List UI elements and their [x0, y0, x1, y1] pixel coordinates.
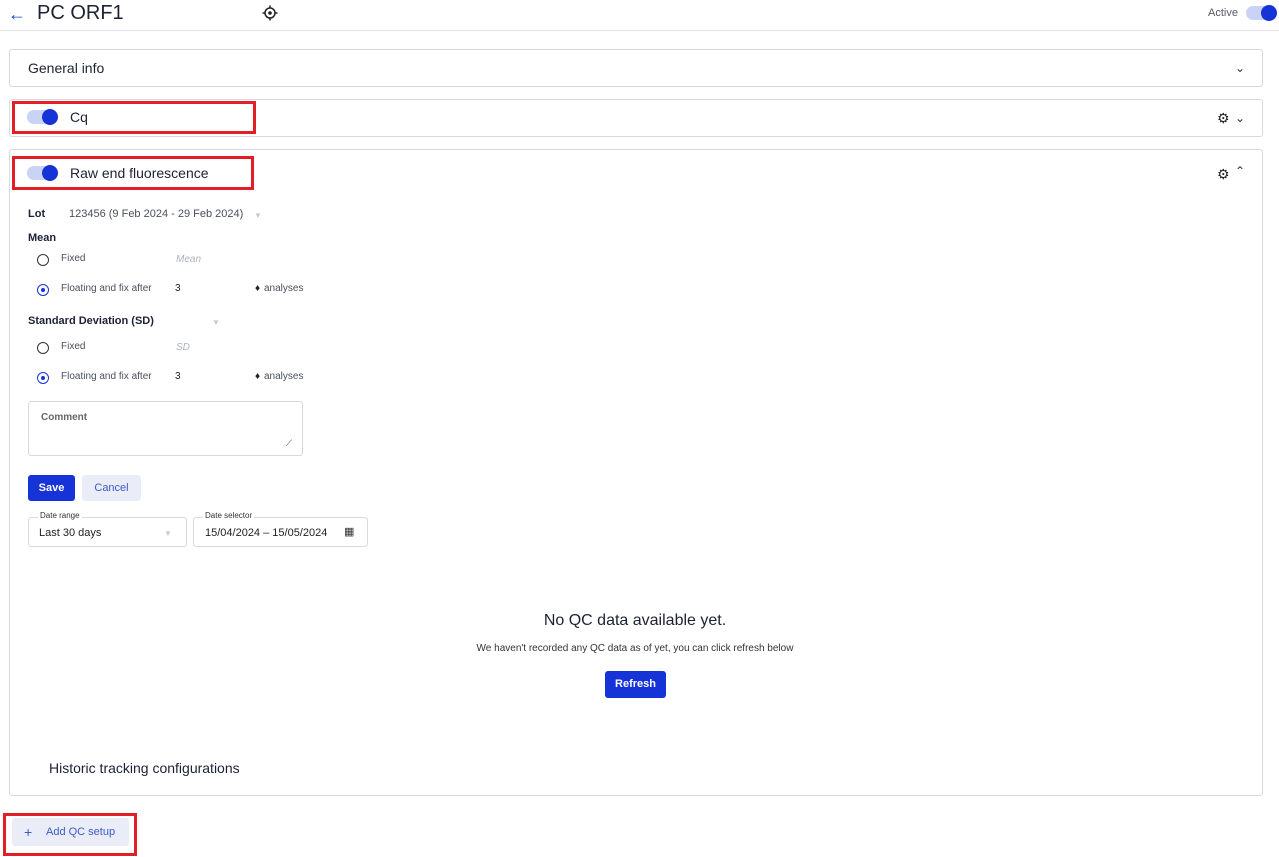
raw-toggle[interactable]: [27, 165, 58, 181]
comment-textarea[interactable]: Comment ⟋: [28, 401, 303, 456]
sd-fixed-label: Fixed: [61, 341, 86, 352]
general-info-title: General info: [28, 60, 105, 76]
sd-dropdown-icon[interactable]: ▼: [212, 318, 220, 327]
date-range-dropdown-icon[interactable]: ▼: [164, 529, 172, 538]
lot-dropdown-icon[interactable]: ▼: [254, 211, 262, 220]
empty-state-title: No QC data available yet.: [543, 612, 727, 629]
sd-floating-radio[interactable]: [37, 372, 49, 384]
mean-floating-radio[interactable]: [37, 284, 49, 296]
date-selector-field[interactable]: 15/04/2024 – 15/05/2024 ▦: [193, 517, 368, 547]
sort-icon[interactable]: ♦: [255, 283, 260, 294]
date-selector-label: Date selector: [203, 511, 255, 520]
crosshair-icon[interactable]: [262, 5, 278, 21]
gear-icon[interactable]: ⚙: [1217, 166, 1230, 183]
chevron-down-icon[interactable]: ⌄: [1235, 111, 1245, 125]
date-selector-value: 15/04/2024 – 15/05/2024: [205, 527, 328, 539]
add-qc-highlight-box: [3, 813, 137, 856]
raw-title: Raw end fluorescence: [70, 165, 209, 181]
sd-analyses-label: analyses: [264, 371, 304, 382]
mean-analyses-label: analyses: [264, 283, 304, 294]
sd-floating-input[interactable]: 3: [175, 371, 181, 382]
sd-fixed-radio[interactable]: [37, 342, 49, 354]
general-info-panel[interactable]: General info ⌄: [9, 49, 1263, 87]
historic-tracking-link[interactable]: Historic tracking configurations: [49, 760, 240, 776]
sd-floating-label: Floating and fix after: [61, 371, 152, 382]
sort-icon[interactable]: ♦: [255, 371, 260, 382]
sd-input[interactable]: SD: [176, 342, 190, 353]
mean-input[interactable]: Mean: [176, 254, 201, 265]
mean-fixed-radio[interactable]: [37, 254, 49, 266]
gear-icon[interactable]: ⚙: [1217, 110, 1230, 127]
page-title: PC ORF1: [37, 2, 124, 24]
mean-label: Mean: [28, 232, 57, 244]
mean-floating-input[interactable]: 3: [175, 283, 181, 294]
empty-state-text: We haven't recorded any QC data as of ye…: [476, 643, 794, 654]
active-label: Active: [1208, 7, 1238, 19]
refresh-button[interactable]: Refresh: [605, 671, 666, 698]
save-button[interactable]: Save: [28, 475, 75, 501]
cancel-button[interactable]: Cancel: [82, 475, 141, 501]
raw-end-fluorescence-panel: ⚙ ⌃: [9, 149, 1263, 796]
mean-fixed-label: Fixed: [61, 253, 86, 264]
resize-handle-icon[interactable]: ⟋: [286, 438, 292, 449]
lot-select[interactable]: 123456 (9 Feb 2024 - 29 Feb 2024): [69, 208, 243, 220]
comment-label: Comment: [41, 412, 88, 423]
chevron-down-icon[interactable]: ⌄: [1235, 61, 1245, 75]
date-range-label: Date range: [38, 511, 82, 520]
date-range-select[interactable]: Last 30 days ▼: [28, 517, 187, 547]
lot-label: Lot: [28, 208, 46, 220]
cq-toggle[interactable]: [27, 109, 58, 125]
top-bar: [0, 0, 1279, 31]
back-arrow-icon[interactable]: ←: [8, 4, 26, 25]
mean-floating-label: Floating and fix after: [61, 283, 152, 294]
cq-title: Cq: [70, 109, 88, 125]
active-toggle[interactable]: [1246, 5, 1277, 21]
sd-label: Standard Deviation (SD): [28, 315, 154, 327]
date-range-value: Last 30 days: [39, 527, 102, 539]
calendar-icon[interactable]: ▦: [344, 525, 354, 538]
chevron-up-icon[interactable]: ⌃: [1235, 164, 1245, 178]
